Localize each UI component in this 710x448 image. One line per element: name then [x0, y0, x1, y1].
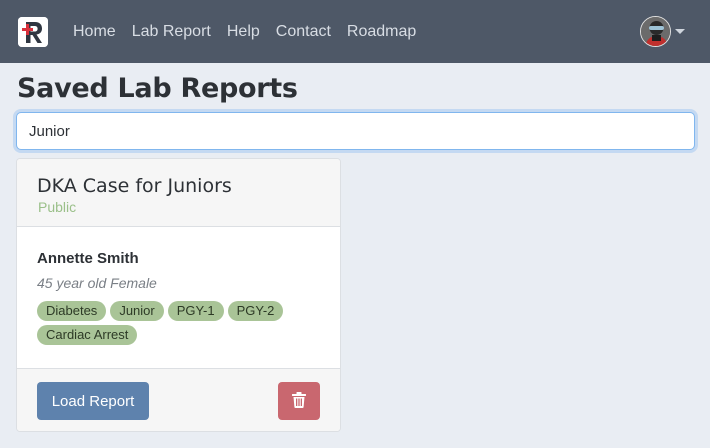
logo-r-icon[interactable]	[18, 17, 48, 47]
tag-list: Diabetes Junior PGY-1 PGY-2 Cardiac Arre…	[37, 301, 327, 345]
delete-report-button[interactable]	[278, 382, 320, 420]
trash-icon	[292, 391, 306, 411]
tag: Cardiac Arrest	[37, 325, 138, 345]
user-menu[interactable]	[640, 15, 685, 47]
report-card: DKA Case for Juniors Public Annette Smit…	[16, 158, 341, 432]
nav-link-roadmap[interactable]: Roadmap	[347, 23, 416, 41]
nav-link-contact[interactable]: Contact	[276, 23, 331, 41]
page-title: Saved Lab Reports	[17, 73, 298, 104]
card-header: DKA Case for Juniors Public	[17, 159, 340, 227]
card-footer: Load Report	[17, 368, 340, 431]
nav-links: Home Lab Report Help Contact Roadmap	[73, 0, 432, 63]
chevron-down-icon	[675, 28, 685, 34]
navbar: Home Lab Report Help Contact Roadmap	[0, 0, 710, 63]
tag: Junior	[110, 301, 164, 321]
patient-description: 45 year old Female	[37, 275, 157, 291]
nav-link-lab-report[interactable]: Lab Report	[132, 23, 211, 41]
visibility-label: Public	[38, 199, 77, 215]
tag: Diabetes	[37, 301, 107, 321]
tag: PGY-2	[227, 301, 284, 321]
search-input[interactable]	[16, 112, 695, 150]
patient-name: Annette Smith	[37, 250, 139, 267]
report-title: DKA Case for Juniors	[37, 175, 232, 197]
avatar[interactable]	[640, 15, 671, 47]
nav-link-help[interactable]: Help	[227, 23, 260, 41]
load-report-button[interactable]: Load Report	[37, 382, 149, 420]
tag: PGY-1	[167, 301, 224, 321]
nav-link-home[interactable]: Home	[73, 23, 116, 41]
